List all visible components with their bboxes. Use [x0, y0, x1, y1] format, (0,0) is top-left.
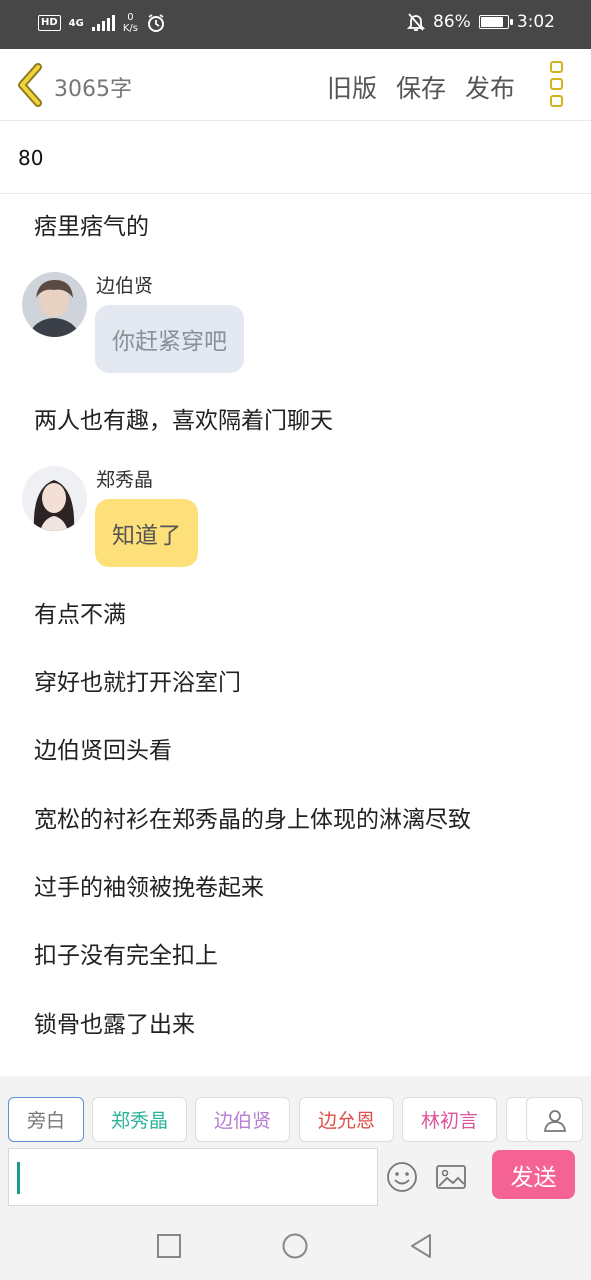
role-chip-lin-chuyan[interactable]: 林初言	[402, 1097, 497, 1142]
editor-header: 3065字 旧版 保存 发布	[0, 49, 591, 121]
network-type: 4G	[68, 17, 84, 29]
emoji-icon	[387, 1162, 417, 1192]
chapter-title: 80	[18, 146, 44, 170]
status-left: HD 4G 0 K/s	[38, 12, 166, 34]
square-icon[interactable]	[155, 1232, 183, 1260]
chevron-left-icon	[18, 63, 42, 107]
role-label: 旁白	[26, 1110, 65, 1132]
role-label: 边伯贤	[213, 1110, 271, 1132]
avatar-bian-boxian[interactable]	[22, 272, 87, 337]
send-button[interactable]: 发送	[492, 1150, 575, 1199]
more-vertical-icon	[550, 61, 563, 73]
role-chip-bian-yunen[interactable]: 边允恩	[299, 1097, 394, 1142]
image-button[interactable]	[434, 1160, 468, 1194]
emoji-button[interactable]	[385, 1160, 419, 1194]
more-vertical-icon-dot	[550, 95, 563, 107]
narration-line[interactable]: 痞里痞气的	[34, 207, 149, 241]
alarm-icon	[147, 14, 164, 32]
role-chip-bian-boxian[interactable]: 边伯贤	[195, 1097, 290, 1142]
network-speed: 0 K/s	[123, 12, 138, 34]
speaker-name: 郑秀晶	[96, 469, 154, 491]
role-chip-narrator[interactable]: 旁白	[8, 1097, 84, 1142]
role-chip-partial[interactable]	[506, 1097, 526, 1142]
narration-line[interactable]: 两人也有趣，喜欢隔着门聊天	[34, 401, 333, 435]
more-menu-button[interactable]	[550, 61, 566, 107]
speaker-name: 边伯贤	[96, 275, 154, 297]
word-count: 3065字	[54, 77, 132, 102]
narration-line[interactable]: 有点不满	[34, 595, 126, 629]
more-vertical-icon-dot	[550, 78, 563, 90]
role-label: 林初言	[420, 1110, 478, 1132]
dialogue-bubble[interactable]: 你赶紧穿吧	[95, 305, 244, 373]
status-bar: HD 4G 0 K/s 86% 3:02	[0, 0, 591, 49]
story-content[interactable]: 痞里痞气的 边伯贤 你赶紧穿吧 两人也有趣，喜欢隔着门聊天 郑秀晶 知道了 有点…	[0, 194, 591, 1076]
publish-button[interactable]: 发布	[465, 69, 515, 105]
narration-line[interactable]: 扣子没有完全扣上	[34, 936, 218, 970]
signal-icon	[91, 15, 115, 31]
old-version-button[interactable]: 旧版	[327, 69, 377, 105]
message-input[interactable]	[8, 1148, 378, 1206]
avatar-image	[22, 466, 87, 531]
dialogue-bubble[interactable]: 知道了	[95, 499, 198, 567]
narration-line[interactable]: 锁骨也露了出来	[34, 1005, 195, 1039]
hd-icon: HD	[38, 15, 61, 31]
text-caret	[17, 1162, 20, 1194]
battery-icon	[478, 15, 513, 29]
narration-line[interactable]: 宽松的衬衫在郑秀晶的身上体现的淋漓尽致	[34, 800, 471, 834]
circle-icon[interactable]	[281, 1232, 309, 1260]
battery-percent: 86%	[433, 12, 471, 32]
narration-line[interactable]: 过手的袖领被挽卷起来	[34, 868, 264, 902]
avatar-image	[22, 272, 87, 337]
role-label: 郑秀晶	[110, 1110, 168, 1132]
back-button[interactable]	[14, 63, 48, 107]
image-icon	[436, 1165, 466, 1189]
status-right: 86% 3:02	[407, 12, 555, 32]
triangle-back-icon[interactable]	[407, 1232, 435, 1260]
manage-roles-button[interactable]	[526, 1097, 583, 1142]
message-editor: 旁白 郑秀晶 边伯贤 边允恩 林初言 发送	[0, 1076, 591, 1210]
network-speed-value: 0	[127, 12, 134, 23]
role-label: 边允恩	[317, 1110, 375, 1132]
system-nav-bar	[0, 1210, 591, 1280]
clock: 3:02	[516, 12, 555, 32]
role-chip-zheng-xiujing[interactable]: 郑秀晶	[92, 1097, 187, 1142]
battery-fill	[480, 17, 503, 27]
narration-line[interactable]: 边伯贤回头看	[34, 731, 172, 765]
chapter-title-field[interactable]: 80	[0, 121, 591, 194]
network-speed-unit: K/s	[122, 23, 138, 34]
person-icon	[543, 1109, 566, 1132]
save-button[interactable]: 保存	[396, 69, 446, 105]
avatar-zheng-xiujing[interactable]	[22, 466, 87, 531]
mute-bell-icon	[407, 13, 426, 31]
narration-line[interactable]: 穿好也就打开浴室门	[34, 663, 241, 697]
